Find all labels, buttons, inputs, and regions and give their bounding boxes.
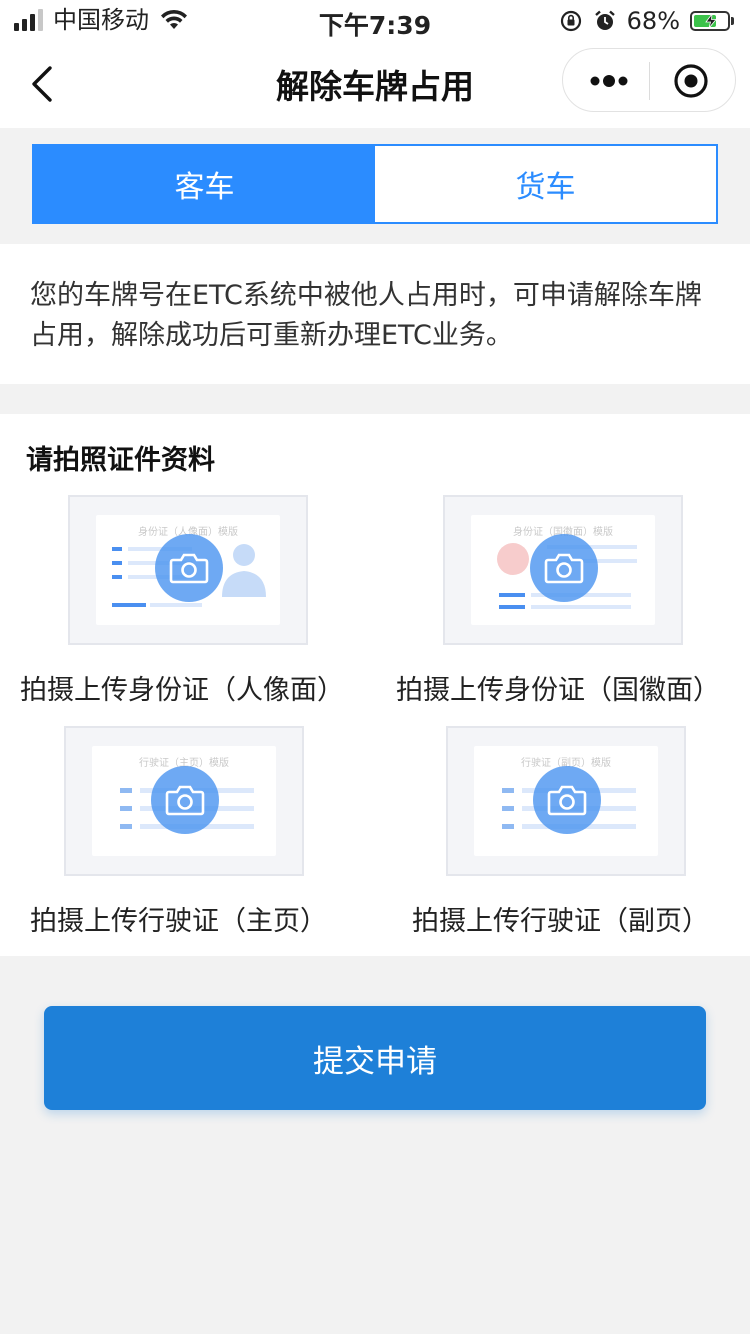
submit-application-button[interactable]: 提交申请 [44,1006,706,1110]
caption-id-back: 拍摄上传身份证（国徽面） [396,675,720,706]
status-right: 68% [559,7,734,35]
close-mini-program-icon[interactable] [673,63,709,99]
tab-truck[interactable]: 货车 [375,146,716,222]
notice-text: 您的车牌号在ETC系统中被他人占用时，可申请解除车牌占用，解除成功后可重新办理E… [30,280,702,351]
more-options-icon[interactable] [585,65,633,97]
status-bar: 中国移动 下午7:39 68% [0,0,750,40]
caption-license-main: 拍摄上传行驶证（主页） [30,906,327,937]
camera-icon [151,766,219,834]
upload-section: 请拍照证件资料 身份证（人像面）模版 拍摄上传身份证（人像面） 身份证（国徽面）… [0,414,750,956]
camera-icon [530,534,598,602]
vehicle-license-sub-upload[interactable]: 行驶证（副页）模版 [446,726,686,876]
camera-icon [155,534,223,602]
capsule-divider [649,62,650,100]
caption-id-front: 拍摄上传身份证（人像面） [20,675,344,706]
tab-passenger-car[interactable]: 客车 [34,146,375,222]
vehicle-type-section: 客车 货车 [0,128,750,244]
battery-icon [690,11,734,31]
id-card-back-upload[interactable]: 身份证（国徽面）模版 [443,495,683,645]
navigation-bar: 解除车牌占用 [0,40,750,128]
upload-title: 请拍照证件资料 [26,445,215,476]
notice-section: 您的车牌号在ETC系统中被他人占用时，可申请解除车牌占用，解除成功后可重新办理E… [0,244,750,384]
caption-license-sub: 拍摄上传行驶证（副页） [412,906,709,937]
vehicle-type-tabs: 客车 货车 [32,144,718,224]
vehicle-license-main-upload[interactable]: 行驶证（主页）模版 [64,726,304,876]
battery-percent: 68% [626,7,680,35]
rotation-lock-icon [560,10,581,32]
alarm-icon [594,10,615,30]
charging-bolt-icon [705,13,717,29]
id-card-front-upload[interactable]: 身份证（人像面）模版 [68,495,308,645]
camera-icon [533,766,601,834]
mini-program-capsule [562,48,736,112]
